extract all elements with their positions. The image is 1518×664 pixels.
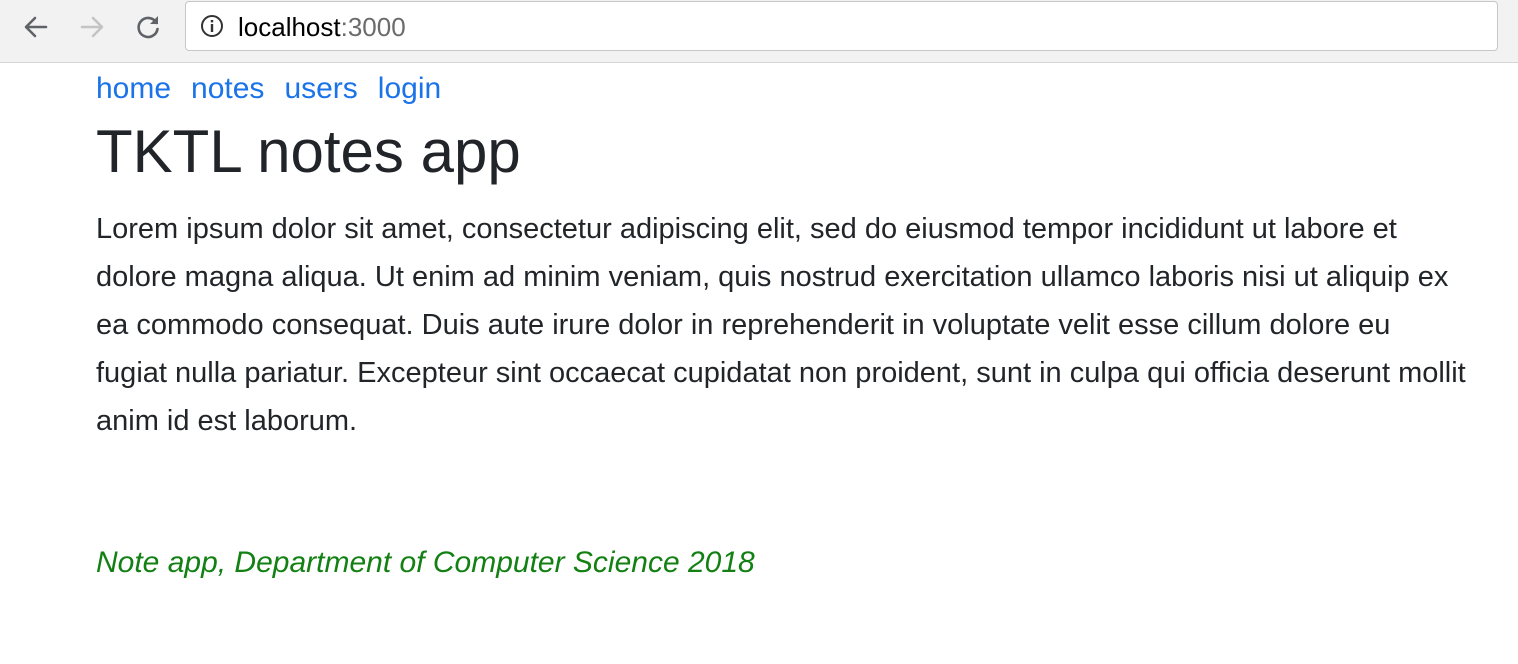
nav-link-login[interactable]: login (378, 72, 441, 105)
body-paragraph: Lorem ipsum dolor sit amet, consectetur … (96, 213, 1466, 437)
nav-link-notes[interactable]: notes (191, 72, 264, 105)
url-host: localhost (238, 12, 341, 42)
url-text[interactable]: localhost:3000 (238, 11, 406, 43)
arrow-left-icon (24, 16, 48, 38)
browser-toolbar: localhost:3000 (0, 0, 1518, 63)
info-circle-icon[interactable] (200, 14, 224, 38)
nav-link-users[interactable]: users (284, 72, 357, 105)
address-bar[interactable]: localhost:3000 (185, 1, 1498, 51)
url-port: :3000 (340, 12, 406, 42)
page-title: TKTL notes app (96, 118, 521, 185)
back-button[interactable] (19, 10, 53, 44)
arrow-right-icon (80, 16, 104, 38)
footer-text: Note app, Department of Computer Science… (96, 546, 755, 579)
top-navigation: home notes users login (96, 70, 461, 108)
reload-button[interactable] (131, 10, 165, 44)
reload-icon (137, 16, 159, 39)
nav-link-home[interactable]: home (96, 72, 171, 105)
forward-button[interactable] (75, 10, 109, 44)
